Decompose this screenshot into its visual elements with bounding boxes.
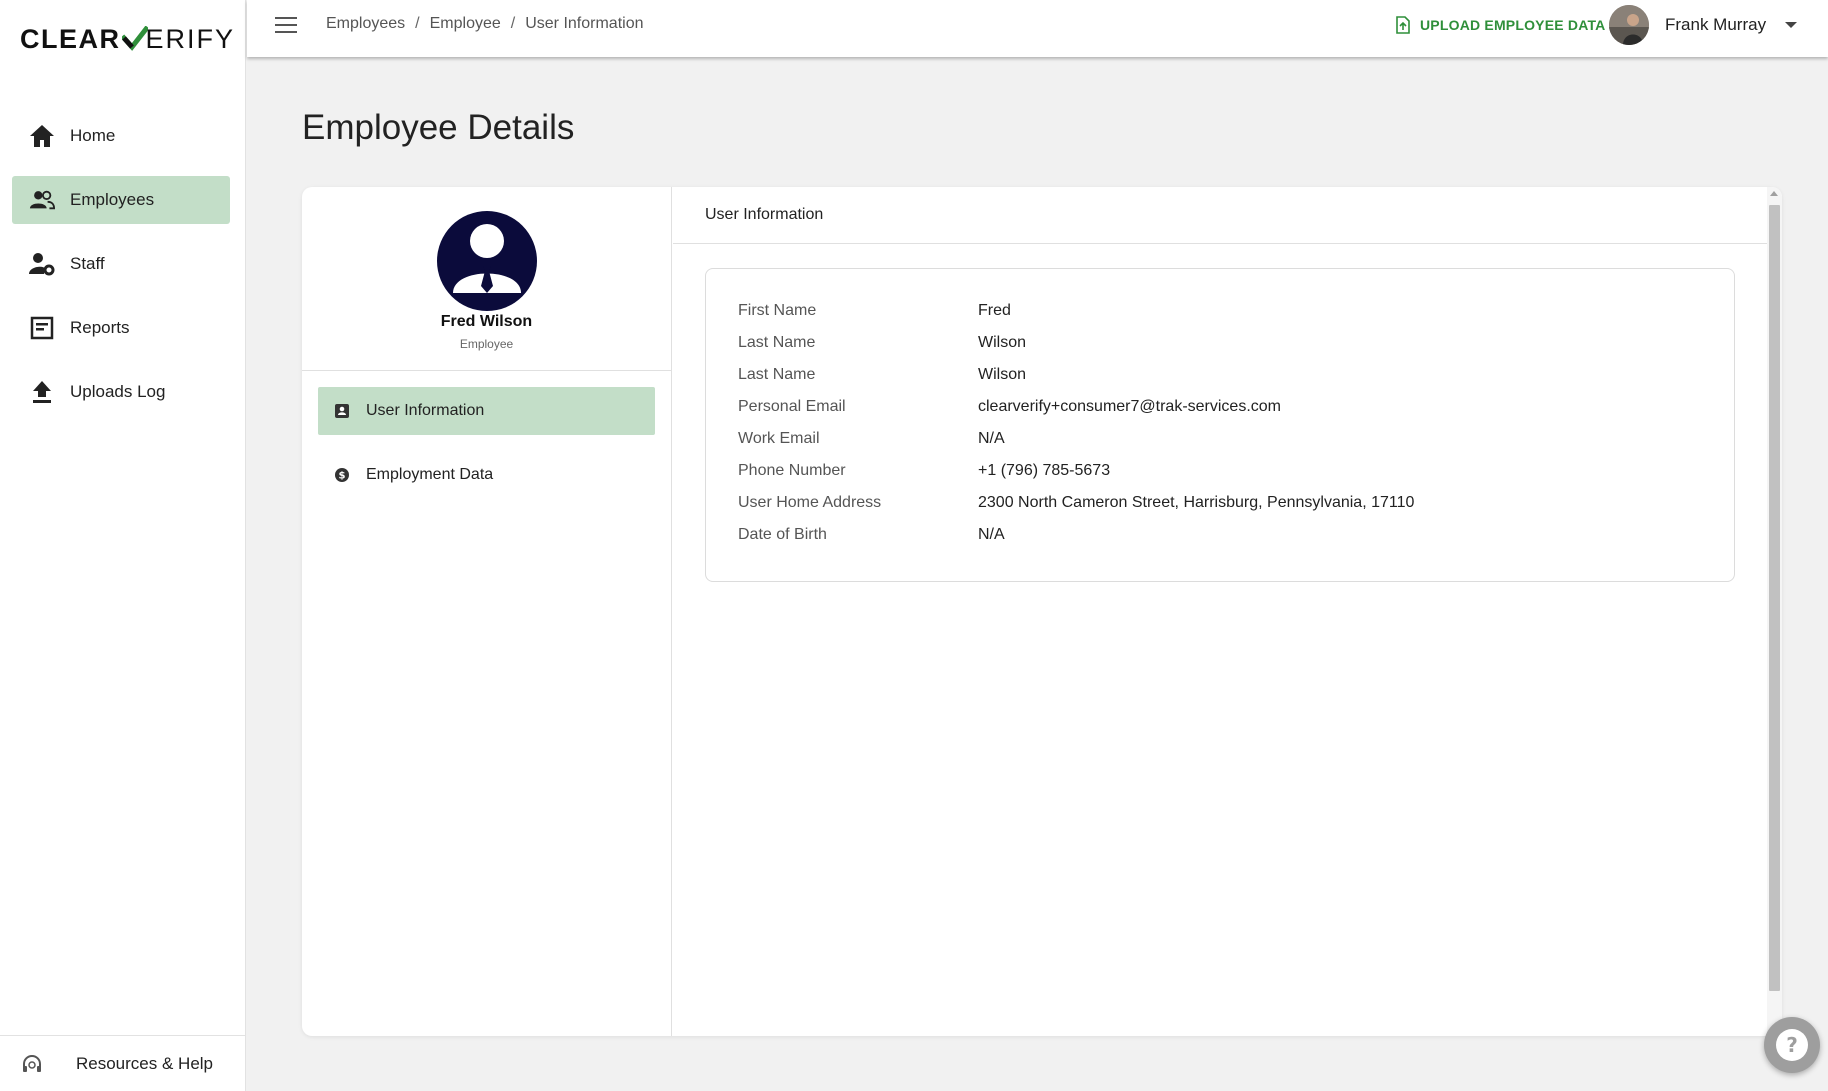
scroll-up-arrow-icon[interactable] — [1770, 191, 1778, 196]
svg-text:?: ? — [1786, 1033, 1798, 1057]
sidebar-item-label: Employees — [70, 190, 155, 209]
upload-button-label: UPLOAD EMPLOYEE DATA — [1420, 17, 1606, 33]
info-value: Fred — [978, 302, 1011, 319]
profile-menu: User Information $ Employment Data — [318, 387, 655, 515]
vertical-scrollbar[interactable] — [1767, 187, 1782, 1036]
report-icon — [29, 315, 55, 341]
employee-avatar-icon — [437, 211, 537, 311]
support-icon — [20, 1052, 44, 1076]
info-value: N/A — [978, 430, 1005, 447]
info-label: Last Name — [738, 334, 816, 351]
page-title: Employee Details — [302, 108, 575, 147]
breadcrumb-employees[interactable]: Employees — [326, 15, 405, 33]
file-upload-icon — [1396, 16, 1410, 34]
info-value: N/A — [978, 526, 1005, 543]
chevron-down-icon[interactable] — [1785, 22, 1797, 28]
info-label: User Home Address — [738, 494, 882, 511]
info-value: 2300 North Cameron Street, Harrisburg, P… — [978, 494, 1415, 511]
info-row-first-name: First Name Fred — [738, 299, 1698, 323]
logo-text-erify: ERIFY — [145, 23, 236, 54]
info-row-work-email: Work Email N/A — [738, 427, 1698, 451]
info-row-last-name: Last Name Wilson — [738, 331, 1698, 355]
info-label: Phone Number — [738, 462, 846, 479]
logo-text-clear: CLEAR — [20, 23, 121, 54]
breadcrumb: Employees / Employee / User Information — [326, 15, 643, 33]
breadcrumb-employee[interactable]: Employee — [430, 15, 501, 33]
app-logo[interactable]: CLEAR ERIFY — [20, 24, 235, 54]
dollar-icon: $ — [334, 467, 350, 483]
sidebar-item-uploads-log[interactable]: Uploads Log — [12, 368, 230, 416]
resources-help-link[interactable]: Resources & Help — [0, 1035, 246, 1091]
sidebar-item-label: Home — [70, 126, 116, 145]
check-icon — [121, 26, 148, 51]
profile-summary: Fred Wilson Employee — [302, 187, 671, 371]
employee-name: Fred Wilson — [440, 313, 533, 330]
info-label: Last Name — [738, 366, 816, 383]
upload-icon — [29, 379, 55, 405]
tab-employment-data[interactable]: $ Employment Data — [318, 451, 655, 499]
section-title: User Information — [673, 187, 1767, 244]
tab-label: User Information — [366, 402, 485, 419]
info-row-phone-number: Phone Number +1 (796) 785-5673 — [738, 459, 1698, 483]
sidebar-nav: Home Employees Staff Reports Uploads Log — [12, 112, 230, 432]
sidebar-item-label: Reports — [70, 318, 130, 337]
home-icon — [29, 123, 55, 149]
staff-settings-icon — [29, 251, 55, 277]
tab-user-information[interactable]: User Information — [318, 387, 655, 435]
help-button[interactable]: ? — [1764, 1017, 1820, 1073]
info-label: Date of Birth — [738, 526, 827, 543]
top-header: Employees / Employee / User Information … — [247, 0, 1828, 57]
user-information-pane: User Information First Name Fred Last Na… — [673, 187, 1767, 1036]
breadcrumb-user-information: User Information — [525, 15, 644, 32]
sidebar-item-home[interactable]: Home — [12, 112, 230, 160]
sidebar-item-label: Uploads Log — [70, 382, 166, 401]
sidebar-item-label: Staff — [70, 254, 105, 273]
resources-help-label: Resources & Help — [76, 1053, 214, 1073]
info-value: clearverify+consumer7@trak-services.com — [978, 398, 1281, 415]
breadcrumb-separator: / — [415, 15, 420, 32]
sidebar-item-employees[interactable]: Employees — [12, 176, 230, 224]
info-label: Work Email — [738, 430, 820, 447]
sidebar-item-staff[interactable]: Staff — [12, 240, 230, 288]
menu-icon[interactable] — [275, 17, 297, 33]
svg-text:$: $ — [339, 471, 346, 482]
info-row-last-name: Last Name Wilson — [738, 363, 1698, 387]
user-name[interactable]: Frank Murray — [1665, 15, 1766, 35]
info-label: First Name — [738, 302, 817, 319]
sidebar-item-reports[interactable]: Reports — [12, 304, 230, 352]
profile-pane: Fred Wilson Employee User Information $ … — [302, 187, 672, 1036]
user-info-box: First Name Fred Last Name Wilson Last Na… — [705, 268, 1735, 582]
tab-label: Employment Data — [366, 466, 494, 483]
info-value: +1 (796) 785-5673 — [978, 462, 1111, 479]
employee-role: Employee — [459, 337, 514, 351]
help-icon: ? — [1776, 1029, 1808, 1061]
info-label: Personal Email — [738, 398, 846, 415]
info-row-home-address: User Home Address 2300 North Cameron Str… — [738, 491, 1698, 515]
contact-card-icon — [334, 403, 350, 419]
info-row-date-of-birth: Date of Birth N/A — [738, 523, 1698, 547]
info-value: Wilson — [978, 366, 1027, 383]
avatar[interactable] — [1609, 5, 1649, 45]
info-row-personal-email: Personal Email clearverify+consumer7@tra… — [738, 395, 1698, 419]
info-value: Wilson — [978, 334, 1027, 351]
people-icon — [29, 187, 55, 213]
upload-employee-data-button[interactable]: UPLOAD EMPLOYEE DATA — [1395, 14, 1606, 36]
scrollbar-thumb[interactable] — [1769, 205, 1780, 991]
sidebar: CLEAR ERIFY Home Employees Staff Reports… — [0, 0, 246, 1091]
breadcrumb-separator: / — [510, 15, 516, 32]
employee-details-card: Fred Wilson Employee User Information $ … — [302, 187, 1782, 1036]
